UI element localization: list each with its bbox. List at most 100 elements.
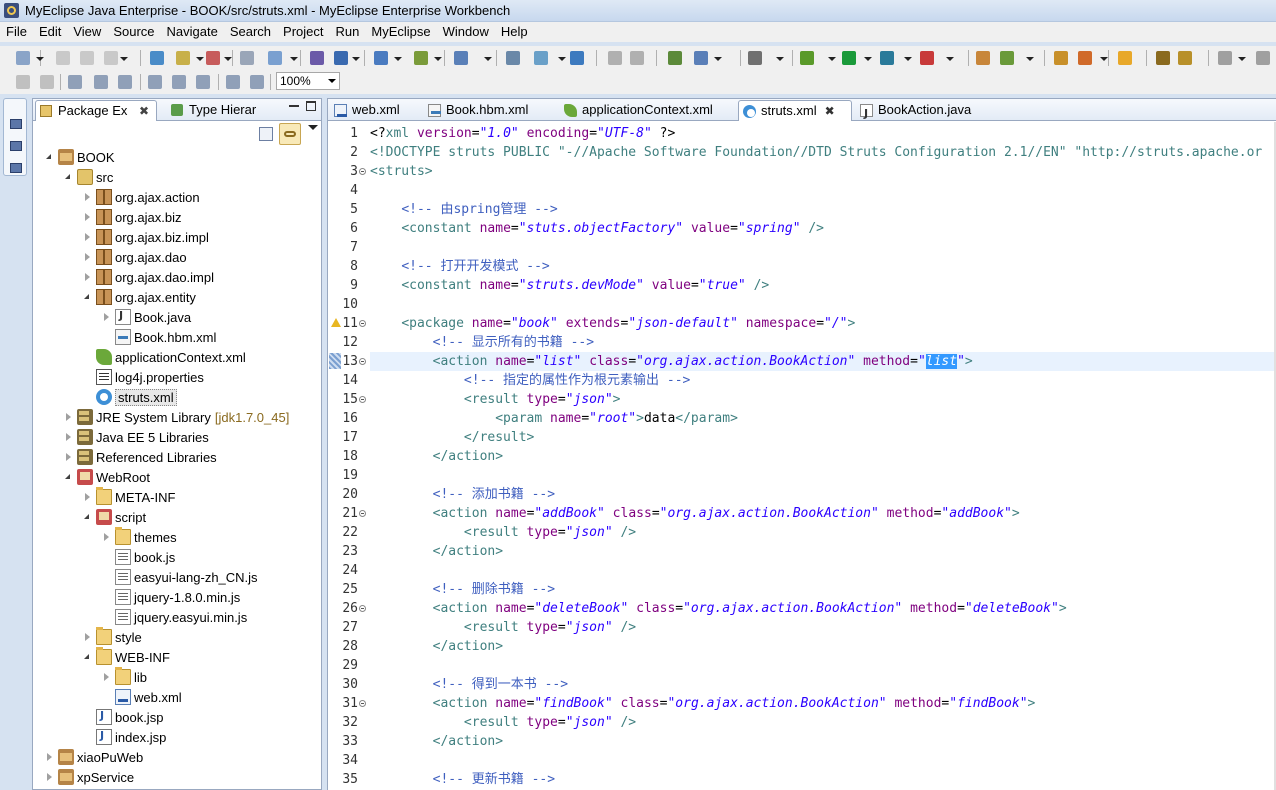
open-perspective-icon[interactable]: [668, 51, 682, 65]
maximize-icon[interactable]: [306, 101, 316, 111]
expand-arrow-icon[interactable]: [64, 472, 73, 482]
code-line[interactable]: [370, 561, 1274, 580]
tab-package-explorer[interactable]: Package Ex ✖: [35, 100, 157, 121]
external-tools-icon[interactable]: [920, 51, 934, 65]
code-line[interactable]: <package name="book" extends="json-defau…: [370, 314, 1274, 333]
collapse-arrow-icon[interactable]: [102, 532, 111, 542]
chevron-down-icon[interactable]: [946, 57, 954, 61]
tree-item[interactable]: struts.xml: [83, 387, 177, 407]
package-deploy-icon[interactable]: [150, 51, 164, 65]
tree-item[interactable]: lib: [102, 667, 147, 687]
perspective-icon[interactable]: [1118, 51, 1132, 65]
restore-view-icon[interactable]: [10, 119, 22, 129]
expand-arrow-icon[interactable]: [83, 512, 92, 522]
code-line[interactable]: </result>: [370, 428, 1274, 447]
code-line[interactable]: <?xml version="1.0" encoding="UTF-8" ?>: [370, 124, 1274, 143]
tree-item[interactable]: Book.java: [102, 307, 191, 327]
tree-item[interactable]: src: [64, 167, 113, 187]
collapse-arrow-icon[interactable]: [83, 212, 92, 222]
editor-tab-web-xml[interactable]: web.xml: [330, 100, 420, 121]
menu-view[interactable]: View: [67, 22, 107, 42]
tree-item[interactable]: org.ajax.entity: [83, 287, 196, 307]
run-icon[interactable]: [842, 51, 856, 65]
code-line[interactable]: <result type="json" />: [370, 713, 1274, 732]
chevron-down-icon[interactable]: [328, 79, 336, 83]
new-icon[interactable]: [16, 51, 30, 65]
editor-tab-struts-xml[interactable]: struts.xml ✖: [738, 100, 852, 121]
code-line[interactable]: <!-- 打开开发模式 -->: [370, 257, 1274, 276]
chevron-down-icon[interactable]: [196, 57, 204, 61]
code-line[interactable]: [370, 181, 1274, 200]
collapse-arrow-icon[interactable]: [83, 252, 92, 262]
tab-type-hierarchy[interactable]: Type Hierar: [167, 100, 293, 121]
collapse-arrow-icon[interactable]: [83, 492, 92, 502]
tree-item[interactable]: applicationContext.xml: [83, 347, 246, 367]
collapse-all-icon[interactable]: [259, 127, 273, 141]
editor-tab-applicationcontext-xml[interactable]: applicationContext.xml: [560, 100, 734, 121]
fold-toggle-icon[interactable]: [359, 320, 366, 327]
collapse-arrow-icon[interactable]: [83, 192, 92, 202]
web-browser-icon[interactable]: [694, 51, 708, 65]
collapse-arrow-icon[interactable]: [45, 752, 54, 762]
tree-item[interactable]: index.jsp: [83, 727, 166, 747]
tree-item[interactable]: BOOK: [45, 147, 115, 167]
task-icon[interactable]: [1178, 51, 1192, 65]
menu-edit[interactable]: Edit: [33, 22, 67, 42]
align-center-icon[interactable]: [94, 75, 108, 89]
collapse-arrow-icon[interactable]: [83, 632, 92, 642]
code-line[interactable]: <!-- 得到一本书 -->: [370, 675, 1274, 694]
tree-item[interactable]: org.ajax.dao.impl: [83, 267, 214, 287]
tree-item[interactable]: Java EE 5 Libraries: [64, 427, 209, 447]
tree-item[interactable]: themes: [102, 527, 177, 547]
launch-icon[interactable]: [268, 51, 282, 65]
chevron-down-icon[interactable]: [120, 57, 128, 61]
tree-item[interactable]: script: [83, 507, 146, 527]
chevron-down-icon[interactable]: [864, 57, 872, 61]
tree-item[interactable]: web.xml: [102, 687, 182, 707]
grid-icon[interactable]: [250, 75, 264, 89]
editor-tab-book-hbm-xml[interactable]: Book.hbm.xml: [424, 100, 556, 121]
code-line[interactable]: </action>: [370, 637, 1274, 656]
menu-search[interactable]: Search: [224, 22, 277, 42]
code-editor[interactable]: 1 2 3 4 5 6 7 8 9 10 11 12 13 14 15 16 17 18 19 20 21 22 23 24 2…: [328, 122, 1276, 790]
tree-item[interactable]: WebRoot: [64, 467, 150, 487]
coverage-icon[interactable]: [880, 51, 894, 65]
refresh-icon[interactable]: [1000, 51, 1014, 65]
chevron-down-icon[interactable]: [290, 57, 298, 61]
code-line[interactable]: <param name="root">data</param>: [370, 409, 1274, 428]
tree-item[interactable]: WEB-INF: [83, 647, 170, 667]
space-icon[interactable]: [226, 75, 240, 89]
new-web-project-icon[interactable]: [240, 51, 254, 65]
code-line[interactable]: <!-- 由spring管理 -->: [370, 200, 1274, 219]
tree-item[interactable]: jquery-1.8.0.min.js: [102, 587, 240, 607]
code-line[interactable]: <result type="json">: [370, 390, 1274, 409]
collapse-arrow-icon[interactable]: [45, 772, 54, 782]
open-folder-icon[interactable]: [1054, 51, 1068, 65]
code-line[interactable]: </action>: [370, 732, 1274, 751]
tree-item[interactable]: jquery.easyui.min.js: [102, 607, 247, 627]
code-line[interactable]: <!-- 更新书籍 -->: [370, 770, 1274, 789]
distribute-icon[interactable]: [148, 75, 162, 89]
server-icon[interactable]: [506, 51, 520, 65]
wizard-icon[interactable]: [414, 51, 428, 65]
chevron-down-icon[interactable]: [484, 57, 492, 61]
code-line[interactable]: <constant name="stuts.objectFactory" val…: [370, 219, 1274, 238]
code-line[interactable]: <action name="list" class="org.ajax.acti…: [370, 352, 1274, 371]
chevron-down-icon[interactable]: [1026, 57, 1034, 61]
close-icon[interactable]: ✖: [139, 104, 149, 118]
chevron-down-icon[interactable]: [714, 57, 722, 61]
align-left-icon[interactable]: [68, 75, 82, 89]
tree-item[interactable]: xpService: [45, 767, 134, 787]
print-icon[interactable]: [104, 51, 118, 65]
servers-view-icon[interactable]: [10, 141, 22, 151]
image-icon[interactable]: [748, 51, 762, 65]
fold-toggle-icon[interactable]: [359, 168, 366, 175]
code-line[interactable]: <result type="json" />: [370, 523, 1274, 542]
tree-item[interactable]: xiaoPuWeb: [45, 747, 143, 767]
code-line[interactable]: <action name="findBook" class="org.ajax.…: [370, 694, 1274, 713]
code-line[interactable]: <!-- 添加书籍 -->: [370, 485, 1274, 504]
nav-back-icon[interactable]: [1218, 51, 1232, 65]
code-line[interactable]: <result type="json" />: [370, 618, 1274, 637]
code-line[interactable]: <constant name="struts.devMode" value="t…: [370, 276, 1274, 295]
save-all-icon[interactable]: [80, 51, 94, 65]
